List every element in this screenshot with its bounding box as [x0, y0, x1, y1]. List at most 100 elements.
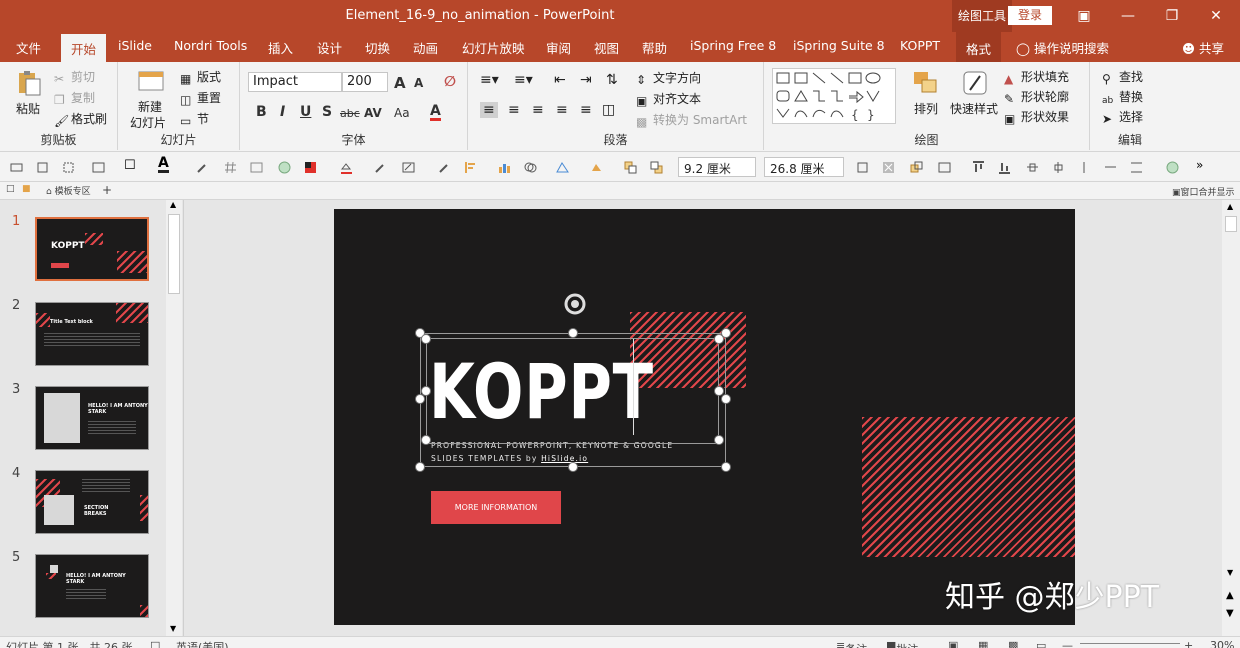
- more-tools-icon[interactable]: »: [1196, 158, 1203, 172]
- char-spacing-button[interactable]: AV: [364, 106, 382, 120]
- font-family-select[interactable]: Impact: [248, 72, 342, 92]
- rotate-handle-icon[interactable]: [562, 291, 588, 319]
- tab-design[interactable]: 设计: [317, 38, 342, 57]
- group-icon[interactable]: [62, 161, 75, 174]
- tab-view[interactable]: 视图: [594, 38, 619, 57]
- distribute-h-icon[interactable]: [1026, 161, 1039, 174]
- shrink-font-button[interactable]: A: [414, 76, 423, 90]
- zoom-out-icon[interactable]: —: [1062, 639, 1073, 648]
- share-button[interactable]: ☻ 共享: [1182, 38, 1224, 57]
- sorter-view-icon[interactable]: ▦: [978, 639, 988, 648]
- find-button[interactable]: ⚲ 查找: [1102, 68, 1143, 86]
- align-bottom-icon[interactable]: [998, 161, 1011, 174]
- justify-icon[interactable]: ≡: [556, 102, 568, 118]
- text-direction-button[interactable]: ⇕ 文字方向: [636, 69, 701, 87]
- distribute-v-icon[interactable]: [1052, 161, 1065, 174]
- tab-koppt[interactable]: KOPPT: [900, 38, 940, 53]
- scroll-up-icon[interactable]: ▲: [1227, 202, 1233, 211]
- resize-handle[interactable]: [415, 462, 425, 472]
- zoom-in-icon[interactable]: +: [1184, 639, 1193, 648]
- slide[interactable]: KOPPT PROFESSIONAL POWERPOINT, KEYNOTE &…: [334, 209, 1075, 625]
- resize-handle[interactable]: [421, 334, 431, 344]
- add-tab-icon[interactable]: +: [102, 183, 112, 197]
- stripe-block-right[interactable]: [862, 417, 1075, 557]
- new-slide-button[interactable]: 新建: [138, 98, 162, 115]
- align-center-v-icon[interactable]: [1078, 161, 1091, 174]
- shape-effects-button[interactable]: ▣ 形状效果: [1004, 108, 1069, 126]
- window-merge-toggle[interactable]: ▣窗口合并显示: [1172, 185, 1235, 198]
- strike-button[interactable]: abc: [340, 107, 360, 120]
- change-case-button[interactable]: Aa: [394, 106, 410, 120]
- thumbnail-slide-2[interactable]: Title Text block: [35, 302, 149, 366]
- more-information-button[interactable]: MORE INFORMATION: [431, 491, 561, 524]
- shape-outline-button[interactable]: ✎ 形状轮廓: [1004, 88, 1069, 106]
- spellcheck-icon[interactable]: □: [150, 639, 160, 648]
- close-button[interactable]: ✕: [1206, 6, 1226, 26]
- align-center-icon[interactable]: ≡: [508, 102, 520, 118]
- crop-icon[interactable]: [856, 161, 869, 174]
- tab-file[interactable]: 文件: [16, 38, 41, 57]
- align-middle-icon[interactable]: [1104, 161, 1117, 174]
- comments-button[interactable]: ■ 批注: [886, 639, 918, 648]
- cut-button[interactable]: ✂ 剪切: [54, 68, 95, 86]
- eyedropper-icon[interactable]: [196, 161, 209, 174]
- shape-merge-icon[interactable]: [524, 161, 537, 174]
- folder-icon[interactable]: ■: [22, 184, 31, 194]
- tab-ispring-free[interactable]: iSpring Free 8: [690, 38, 776, 53]
- ribbon-display-icon[interactable]: ▣: [1074, 6, 1094, 26]
- align-left-icon[interactable]: ≡: [480, 102, 498, 118]
- align-right-icon[interactable]: ≡: [532, 102, 544, 118]
- zoom-level[interactable]: 30%: [1210, 639, 1234, 648]
- eyedropper-3-icon[interactable]: [438, 161, 451, 174]
- shapes-gallery[interactable]: {}: [772, 68, 896, 124]
- eyedropper-2-icon[interactable]: [374, 161, 387, 174]
- zoom-slider[interactable]: [1080, 643, 1180, 644]
- close-shape-icon[interactable]: [882, 161, 895, 174]
- hash-icon[interactable]: [224, 161, 237, 174]
- normal-view-icon[interactable]: ▣: [948, 639, 958, 648]
- tab-animations[interactable]: 动画: [413, 38, 438, 57]
- bold-button[interactable]: B: [256, 104, 267, 120]
- new-slide-label2[interactable]: 幻灯片: [130, 114, 166, 131]
- align-icon[interactable]: [10, 161, 23, 174]
- bring-forward-icon[interactable]: [624, 161, 637, 174]
- resize-handle[interactable]: [568, 328, 578, 338]
- convert-smartart-button[interactable]: ▩ 转换为 SmartArt: [636, 111, 747, 129]
- tab-islide[interactable]: iSlide: [118, 38, 152, 53]
- circle-shape-icon[interactable]: [278, 161, 291, 174]
- clear-format-icon[interactable]: ∅: [444, 74, 456, 90]
- columns-icon[interactable]: ◫: [602, 102, 615, 118]
- italic-button[interactable]: I: [280, 104, 285, 120]
- shape-height-input[interactable]: 9.2 厘米: [678, 157, 756, 177]
- restore-button[interactable]: ❐: [1162, 6, 1182, 26]
- underline-button[interactable]: U: [300, 104, 311, 120]
- color-swatch-icon[interactable]: [304, 161, 317, 174]
- decrease-indent-icon[interactable]: ⇤: [554, 72, 566, 88]
- bullets-icon[interactable]: ≡▾: [480, 72, 499, 88]
- bar-chart-icon[interactable]: [498, 161, 511, 174]
- resize-handle[interactable]: [721, 394, 731, 404]
- resize-handle[interactable]: [421, 435, 431, 445]
- select-button[interactable]: ➤ 选择: [1102, 108, 1143, 126]
- font-size-select[interactable]: 200: [342, 72, 388, 92]
- thumbnail-slide-4[interactable]: SECTION BREAKS: [35, 470, 149, 534]
- resize-handle[interactable]: [714, 334, 724, 344]
- arrange-button[interactable]: 排列: [914, 100, 938, 117]
- canvas-scroll-thumb[interactable]: [1225, 216, 1237, 232]
- thumbnail-slide-3[interactable]: HELLO! I AM ANTONY STARK: [35, 386, 149, 450]
- layer-icon[interactable]: [910, 161, 923, 174]
- paste-button[interactable]: 粘贴: [16, 100, 40, 117]
- outline-pen-icon[interactable]: [402, 161, 415, 174]
- reading-view-icon[interactable]: ▩: [1008, 639, 1018, 648]
- picture-icon[interactable]: [250, 161, 263, 174]
- rotate-icon[interactable]: [590, 161, 603, 174]
- numbering-icon[interactable]: ≡▾: [514, 72, 533, 88]
- shape-width-input[interactable]: 26.8 厘米: [764, 157, 844, 177]
- tab-format[interactable]: 格式: [956, 32, 1002, 62]
- scroll-down-icon[interactable]: ▼: [170, 624, 176, 633]
- tab-help[interactable]: 帮助: [642, 38, 667, 57]
- shape-fill-button[interactable]: ▲ 形状填充: [1004, 68, 1069, 86]
- section-button[interactable]: ▭ 节: [180, 110, 209, 128]
- grow-font-button[interactable]: A: [394, 74, 406, 92]
- replace-button[interactable]: ab 替换: [1102, 88, 1143, 110]
